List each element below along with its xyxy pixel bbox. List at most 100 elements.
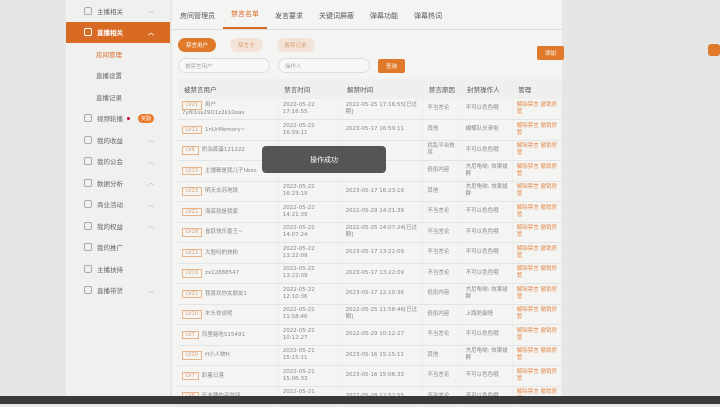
unban-link[interactable]: 解除禁言 [517,123,539,129]
table-row: LV22 海底就是我家 2022-05-22 14:21:39 2022-05-29 … [178,201,563,223]
unban-link[interactable]: 解除禁言 [517,164,539,170]
unban-link[interactable]: 解除禁言 [517,307,539,313]
user-cell: LV7 风里能吃515491 [178,324,279,346]
add-button[interactable]: 添加 [536,46,564,60]
sidebar-item[interactable]: 直播带货 ︿ [66,280,170,302]
table-row: LV21 用户7y8i1sx29O1z2k10oas 2022-05-22 17:1… [178,99,563,120]
ban-cell: 2022-05-22 13:22:09 [278,263,342,284]
unban-link[interactable]: 解除禁言 [517,266,539,272]
ban-cell: 2022-05-21 15:15:11 [278,345,342,366]
tab-2[interactable]: 发言要求 [267,11,311,29]
op-cell: 不可以色色哦 [461,324,513,346]
reason-cell: 其他 [422,181,462,202]
op-cell: 杰尼龟呦: 效果拔群 [461,345,513,366]
user-cell: LV22 我喜欢你女朋友1 [178,283,279,305]
level-badge: LV20 [182,351,203,360]
sidebar-item[interactable]: 数据分析 ︿ [66,172,170,194]
table-row: LV28 雀跃快乐香王~ 2022-05-22 14:07:24 2022-05-25… [178,222,563,243]
sidebar-item-label: 主播相关 [97,7,123,16]
banned-user-input[interactable]: 被禁言用户 [178,58,270,73]
unban-link[interactable]: 解除禁言 [517,287,539,293]
unban-link[interactable]: 解除禁言 [517,389,539,395]
sidebar-item[interactable]: 我的收益 ︿ [66,129,170,151]
unban-link[interactable]: 解除禁言 [517,246,539,252]
tab-3[interactable]: 关键词屏蔽 [311,11,362,29]
tab-1[interactable]: 禁言名单 [223,9,267,29]
operator-input[interactable]: 操作人 [278,58,370,73]
user-cell: LV23 明天去苏地铁 [178,181,279,202]
unban-link[interactable]: 解除禁言 [517,369,539,375]
username: 主播都是我儿子hbxs [205,167,257,174]
table-row: LV19 zx12888547 2022-05-22 13:22:09 2023-05… [178,263,563,284]
sidebar: 主播相关 ︿ 直播相关 ︿ 房间管理 直播设置 直播记录 视频轮播 奖励 我的收益 ︿ 我的公会 ︿ 数据… [66,0,170,404]
menu-icon [84,135,92,144]
unban-cell: 2022-05-25 17:16:55[已过期] [341,99,424,120]
op-cell: 上路防御塔 [461,304,513,325]
level-badge: LV22 [182,207,203,216]
unban-link[interactable]: 解除禁言 [517,205,539,211]
manage-cell: 解除禁言 撤销房管 [512,99,563,120]
user-cell: LV11 1nUrMemory~ [178,119,279,141]
sidebar-item[interactable]: 主播扶持 [66,258,170,280]
sidebar-item[interactable]: 商业活动 ︿ [66,194,170,216]
sidebar-item[interactable]: 我的公会 ︿ [66,151,170,173]
subtab-2[interactable]: 解禁记录 [276,38,315,52]
chevron-up-icon: ︿ [147,201,154,209]
unban-link[interactable]: 解除禁言 [517,143,539,149]
column-header: 封禁操作人 [461,79,513,99]
tab-0[interactable]: 房间管理员 [172,11,223,29]
tab-4[interactable]: 弹幕功能 [362,11,406,29]
search-button[interactable]: 查询 [378,58,406,73]
sidebar-item[interactable]: 直播相关 ︿ [66,21,170,43]
reason-cell: 低俗内容 [422,160,462,182]
table-row: LV20 H小人物H 2022-05-21 15:15:11 2023-05-16 1… [178,345,563,366]
sidebar-item[interactable]: 房间管理 [66,43,170,65]
sidebar-item[interactable]: 我的权益 ︿ [66,215,170,237]
manage-cell: 解除禁言 撤销房管 [512,222,563,243]
manage-cell: 解除禁言 撤销房管 [512,242,563,264]
unban-cell: 2022-05-29 14:21:39 [341,201,424,223]
manage-cell: 解除禁言 撤销房管 [512,119,563,141]
subtab-1[interactable]: 禁言令 [230,38,263,52]
manage-cell: 解除禁言 撤销房管 [512,304,563,325]
unban-cell: 2022-05-25 14:07:24[已过期] [341,222,424,243]
ban-cell: 2022-05-22 12:10:36 [278,283,342,305]
op-cell: 不可以色色哦 [461,263,513,284]
tab-5[interactable]: 弹幕热词 [406,11,450,29]
chevron-up-icon: ︿ [147,287,154,295]
sidebar-item-label: 商业活动 [97,201,123,210]
unban-link[interactable]: 解除禁言 [517,102,539,108]
ban-cell: 2022-05-22 16:23:19 [278,181,342,202]
unban-link[interactable]: 解除禁言 [517,225,539,231]
manage-cell: 解除禁言 撤销房管 [512,283,563,305]
menu-icon [84,243,92,252]
subtab-0[interactable]: 禁言用户 [178,38,217,52]
unban-cell: 2023-05-17 13:22:09 [341,242,424,264]
sidebar-item[interactable]: 直播记录 [66,86,170,108]
ban-cell: 2022-05-22 11:58:46 [278,304,342,325]
username: 明天去苏地铁 [205,188,239,194]
unban-link[interactable]: 解除禁言 [517,184,539,190]
manage-cell: 解除禁言 撤销房管 [512,345,563,366]
unban-cell: 2022-05-25 11:58:46[已过期] [341,304,424,325]
table-row: LV23 明天去苏地铁 2022-05-22 16:23:19 2023-05-17 … [178,181,563,202]
manage-cell: 解除禁言 撤销房管 [512,263,563,284]
op-cell: 杰尼龟呦: 效果拔群 [461,181,513,202]
sidebar-item[interactable]: 我的推广 [66,237,170,259]
op-cell: 蝴蝶队长来啦 [461,119,513,141]
username: 我喜欢你女朋友1 [205,290,248,297]
table-row: LV11 1nUrMemory~ 2022-05-22 16:59:11 2023-0… [178,119,563,141]
edge-button[interactable] [708,44,720,56]
unban-link[interactable]: 解除禁言 [517,328,539,334]
sidebar-item[interactable]: 视频轮播 奖励 [66,108,170,130]
op-cell: 不可以色色哦 [461,222,513,243]
sidebar-item[interactable]: 主播相关 ︿ [66,0,170,22]
unban-link[interactable]: 解除禁言 [517,348,539,354]
sidebar-item-label: 直播带货 [97,287,123,296]
reason-cell: 不当言论 [422,324,462,346]
menu-icon [84,157,92,166]
sidebar-item[interactable]: 直播设置 [66,65,170,87]
menu-icon [84,6,92,15]
main-panel: 房间管理员 禁言名单 发言要求 关键词屏蔽 弹幕功能 弹幕热词 禁言用户 禁言令 解禁记录 被… [172,0,564,407]
user-cell: LV20 H小人物H [178,345,279,366]
